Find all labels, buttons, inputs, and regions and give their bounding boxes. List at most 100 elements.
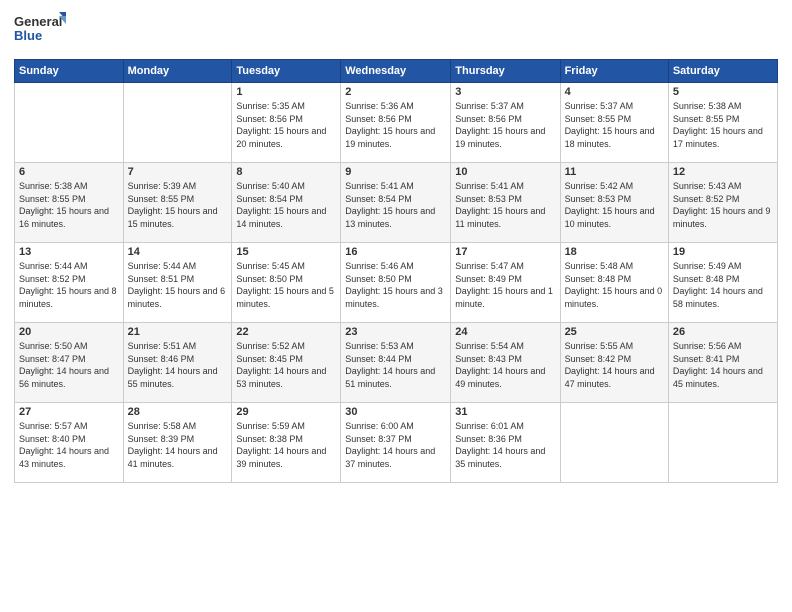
- day-number: 13: [19, 246, 119, 258]
- day-number: 27: [19, 406, 119, 418]
- day-info: Sunrise: 5:44 AMSunset: 8:52 PMDaylight:…: [19, 260, 119, 310]
- day-number: 29: [236, 406, 336, 418]
- header: General Blue: [14, 10, 778, 51]
- day-number: 23: [345, 326, 446, 338]
- calendar-cell: 3 Sunrise: 5:37 AMSunset: 8:56 PMDayligh…: [451, 83, 560, 163]
- calendar-cell: 19 Sunrise: 5:49 AMSunset: 8:48 PMDaylig…: [668, 243, 777, 323]
- week-row-2: 6 Sunrise: 5:38 AMSunset: 8:55 PMDayligh…: [15, 163, 778, 243]
- day-number: 10: [455, 166, 555, 178]
- day-number: 28: [128, 406, 228, 418]
- day-info: Sunrise: 5:50 AMSunset: 8:47 PMDaylight:…: [19, 340, 119, 390]
- day-number: 11: [565, 166, 664, 178]
- day-number: 7: [128, 166, 228, 178]
- week-row-4: 20 Sunrise: 5:50 AMSunset: 8:47 PMDaylig…: [15, 323, 778, 403]
- calendar-cell: 20 Sunrise: 5:50 AMSunset: 8:47 PMDaylig…: [15, 323, 124, 403]
- day-info: Sunrise: 5:40 AMSunset: 8:54 PMDaylight:…: [236, 180, 336, 230]
- header-thursday: Thursday: [451, 60, 560, 83]
- svg-text:General: General: [14, 14, 62, 29]
- calendar-cell: 26 Sunrise: 5:56 AMSunset: 8:41 PMDaylig…: [668, 323, 777, 403]
- week-row-3: 13 Sunrise: 5:44 AMSunset: 8:52 PMDaylig…: [15, 243, 778, 323]
- weekday-header-row: Sunday Monday Tuesday Wednesday Thursday…: [15, 60, 778, 83]
- calendar-cell: 25 Sunrise: 5:55 AMSunset: 8:42 PMDaylig…: [560, 323, 668, 403]
- calendar-cell: 11 Sunrise: 5:42 AMSunset: 8:53 PMDaylig…: [560, 163, 668, 243]
- day-info: Sunrise: 5:41 AMSunset: 8:53 PMDaylight:…: [455, 180, 555, 230]
- day-info: Sunrise: 5:45 AMSunset: 8:50 PMDaylight:…: [236, 260, 336, 310]
- day-number: 19: [673, 246, 773, 258]
- day-info: Sunrise: 5:56 AMSunset: 8:41 PMDaylight:…: [673, 340, 773, 390]
- day-number: 22: [236, 326, 336, 338]
- day-number: 31: [455, 406, 555, 418]
- calendar-cell: 12 Sunrise: 5:43 AMSunset: 8:52 PMDaylig…: [668, 163, 777, 243]
- calendar-cell: [123, 83, 232, 163]
- day-info: Sunrise: 5:37 AMSunset: 8:55 PMDaylight:…: [565, 100, 664, 150]
- day-info: Sunrise: 5:41 AMSunset: 8:54 PMDaylight:…: [345, 180, 446, 230]
- day-info: Sunrise: 5:53 AMSunset: 8:44 PMDaylight:…: [345, 340, 446, 390]
- logo: General Blue: [14, 10, 70, 51]
- day-info: Sunrise: 6:01 AMSunset: 8:36 PMDaylight:…: [455, 420, 555, 470]
- day-info: Sunrise: 5:54 AMSunset: 8:43 PMDaylight:…: [455, 340, 555, 390]
- day-number: 2: [345, 86, 446, 98]
- calendar-cell: 16 Sunrise: 5:46 AMSunset: 8:50 PMDaylig…: [341, 243, 451, 323]
- calendar-cell: 5 Sunrise: 5:38 AMSunset: 8:55 PMDayligh…: [668, 83, 777, 163]
- day-info: Sunrise: 5:52 AMSunset: 8:45 PMDaylight:…: [236, 340, 336, 390]
- calendar-cell: 18 Sunrise: 5:48 AMSunset: 8:48 PMDaylig…: [560, 243, 668, 323]
- day-number: 4: [565, 86, 664, 98]
- header-tuesday: Tuesday: [232, 60, 341, 83]
- calendar-cell: 7 Sunrise: 5:39 AMSunset: 8:55 PMDayligh…: [123, 163, 232, 243]
- calendar-cell: 2 Sunrise: 5:36 AMSunset: 8:56 PMDayligh…: [341, 83, 451, 163]
- day-info: Sunrise: 5:38 AMSunset: 8:55 PMDaylight:…: [19, 180, 119, 230]
- header-wednesday: Wednesday: [341, 60, 451, 83]
- day-info: Sunrise: 5:51 AMSunset: 8:46 PMDaylight:…: [128, 340, 228, 390]
- day-number: 15: [236, 246, 336, 258]
- day-number: 16: [345, 246, 446, 258]
- day-number: 14: [128, 246, 228, 258]
- day-number: 1: [236, 86, 336, 98]
- day-number: 5: [673, 86, 773, 98]
- day-number: 17: [455, 246, 555, 258]
- calendar-cell: 1 Sunrise: 5:35 AMSunset: 8:56 PMDayligh…: [232, 83, 341, 163]
- day-info: Sunrise: 5:38 AMSunset: 8:55 PMDaylight:…: [673, 100, 773, 150]
- calendar-cell: 4 Sunrise: 5:37 AMSunset: 8:55 PMDayligh…: [560, 83, 668, 163]
- calendar-cell: 29 Sunrise: 5:59 AMSunset: 8:38 PMDaylig…: [232, 403, 341, 483]
- calendar-cell: 9 Sunrise: 5:41 AMSunset: 8:54 PMDayligh…: [341, 163, 451, 243]
- day-number: 12: [673, 166, 773, 178]
- day-number: 9: [345, 166, 446, 178]
- header-saturday: Saturday: [668, 60, 777, 83]
- week-row-1: 1 Sunrise: 5:35 AMSunset: 8:56 PMDayligh…: [15, 83, 778, 163]
- day-info: Sunrise: 5:37 AMSunset: 8:56 PMDaylight:…: [455, 100, 555, 150]
- calendar-cell: 28 Sunrise: 5:58 AMSunset: 8:39 PMDaylig…: [123, 403, 232, 483]
- day-info: Sunrise: 5:57 AMSunset: 8:40 PMDaylight:…: [19, 420, 119, 470]
- calendar-cell: [668, 403, 777, 483]
- page: General Blue Sunday Monday Tuesday Wedne…: [0, 0, 792, 612]
- day-info: Sunrise: 5:35 AMSunset: 8:56 PMDaylight:…: [236, 100, 336, 150]
- day-number: 26: [673, 326, 773, 338]
- calendar-cell: [15, 83, 124, 163]
- day-number: 20: [19, 326, 119, 338]
- day-info: Sunrise: 5:49 AMSunset: 8:48 PMDaylight:…: [673, 260, 773, 310]
- day-info: Sunrise: 5:44 AMSunset: 8:51 PMDaylight:…: [128, 260, 228, 310]
- day-info: Sunrise: 5:46 AMSunset: 8:50 PMDaylight:…: [345, 260, 446, 310]
- calendar-cell: 15 Sunrise: 5:45 AMSunset: 8:50 PMDaylig…: [232, 243, 341, 323]
- calendar-cell: 22 Sunrise: 5:52 AMSunset: 8:45 PMDaylig…: [232, 323, 341, 403]
- calendar-cell: 14 Sunrise: 5:44 AMSunset: 8:51 PMDaylig…: [123, 243, 232, 323]
- header-monday: Monday: [123, 60, 232, 83]
- day-info: Sunrise: 5:59 AMSunset: 8:38 PMDaylight:…: [236, 420, 336, 470]
- day-number: 24: [455, 326, 555, 338]
- header-friday: Friday: [560, 60, 668, 83]
- week-row-5: 27 Sunrise: 5:57 AMSunset: 8:40 PMDaylig…: [15, 403, 778, 483]
- calendar-cell: 6 Sunrise: 5:38 AMSunset: 8:55 PMDayligh…: [15, 163, 124, 243]
- day-info: Sunrise: 5:58 AMSunset: 8:39 PMDaylight:…: [128, 420, 228, 470]
- calendar-cell: 10 Sunrise: 5:41 AMSunset: 8:53 PMDaylig…: [451, 163, 560, 243]
- logo-svg: General Blue: [14, 10, 66, 46]
- day-number: 6: [19, 166, 119, 178]
- day-number: 8: [236, 166, 336, 178]
- calendar: Sunday Monday Tuesday Wednesday Thursday…: [14, 59, 778, 483]
- calendar-cell: 31 Sunrise: 6:01 AMSunset: 8:36 PMDaylig…: [451, 403, 560, 483]
- calendar-cell: 17 Sunrise: 5:47 AMSunset: 8:49 PMDaylig…: [451, 243, 560, 323]
- day-info: Sunrise: 5:43 AMSunset: 8:52 PMDaylight:…: [673, 180, 773, 230]
- day-info: Sunrise: 5:48 AMSunset: 8:48 PMDaylight:…: [565, 260, 664, 310]
- day-number: 21: [128, 326, 228, 338]
- day-number: 30: [345, 406, 446, 418]
- day-info: Sunrise: 5:36 AMSunset: 8:56 PMDaylight:…: [345, 100, 446, 150]
- calendar-cell: 30 Sunrise: 6:00 AMSunset: 8:37 PMDaylig…: [341, 403, 451, 483]
